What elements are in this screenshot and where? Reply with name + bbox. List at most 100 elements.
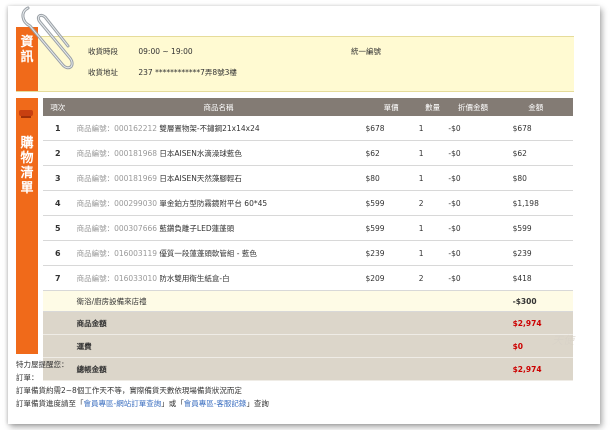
col-index: 項次 <box>43 98 73 116</box>
notes-subheading: 訂單： <box>16 373 39 382</box>
row-discount: -$0 <box>447 140 499 166</box>
order-query-link[interactable]: 會員專區-網站訂單查詢 <box>84 399 162 408</box>
service-record-link[interactable]: 會員專區-客服記錄 <box>184 399 247 408</box>
row-index: 3 <box>43 165 73 191</box>
row-price: $62 <box>364 140 418 166</box>
row-index: 7 <box>43 265 73 291</box>
notes-section: 特力屋提醒您： 訂單： 訂單備貨約需2~8個工作天不等，實際備貨天數依現場備貨狀… <box>16 358 269 410</box>
shopping-list-side-tab: 購物清單 <box>16 98 38 354</box>
table-row: 3 商品編號：000181969 日本AISEN天然藻腳輕石 $80 1 -$0 $80 <box>43 165 573 191</box>
row-name: 商品編號：016033010 防水雙用衛生紙盒-白 <box>72 265 365 291</box>
address-label: 收貨地址 <box>88 68 118 77</box>
watermark: 天使 <box>552 334 574 347</box>
shopping-list-title: 購物清單 <box>20 136 34 196</box>
receipt-time-row: 收貨時段 09:00 ~ 19:00 <box>88 46 193 57</box>
row-amount: $418 <box>498 265 573 291</box>
row-qty: 2 <box>417 190 448 216</box>
product-code: 商品編號：000299030 <box>76 198 158 208</box>
row-index: 5 <box>43 215 73 241</box>
table-row: 2 商品編號：000181968 日本AISEN水滴澡球藍色 $62 1 -$0 $62 <box>43 140 573 166</box>
subtotal-row: 商品金額 $2,974 <box>43 311 573 335</box>
row-name: 商品編號：000181968 日本AISEN水滴澡球藍色 <box>72 140 365 166</box>
product-name[interactable]: 日本AISEN水滴澡球藍色 <box>159 149 241 158</box>
row-price: $80 <box>364 165 418 191</box>
row-discount: -$0 <box>447 265 499 291</box>
row-qty: 1 <box>417 165 448 191</box>
table-row: 7 商品編號：016033010 防水雙用衛生紙盒-白 $209 2 -$0 $418 <box>43 265 573 291</box>
product-code: 商品編號：000307666 <box>76 223 158 233</box>
time-label: 收貨時段 <box>88 47 118 56</box>
promo-label: 衛浴/廚房設備來店禮 <box>72 290 499 312</box>
row-qty: 1 <box>417 116 448 141</box>
row-index: 2 <box>43 140 73 166</box>
table-header-row: 項次 商品名稱 單價 數量 折價金額 金額 <box>43 98 573 116</box>
row-amount: $80 <box>498 165 573 191</box>
table-row: 6 商品編號：016003119 優質一段蓮蓬頭軟管組 - 藍色 $239 1 -$0 $… <box>43 240 573 266</box>
row-amount: $1,198 <box>498 190 573 216</box>
row-index: 4 <box>43 190 73 216</box>
col-discount: 折價金額 <box>447 98 499 116</box>
total-value: $2,974 <box>498 357 573 381</box>
product-name[interactable]: 雙層置物架-不鏽鋼21x14x24 <box>159 124 259 133</box>
row-price: $599 <box>364 190 418 216</box>
row-amount: $599 <box>498 215 573 241</box>
subtotal-label: 商品金額 <box>72 311 499 335</box>
table-row: 5 商品編號：000307666 藍鑽負離子LED蓮蓬頭 $599 1 -$0 $599 <box>43 215 573 241</box>
address-value: 237 ************7弄8號3樓 <box>138 68 237 77</box>
col-amount: 金額 <box>498 98 573 116</box>
notes-lead-time: 訂單備貨約需2~8個工作天不等，實際備貨天數依現場備貨狀況而定 <box>16 386 242 395</box>
row-name: 商品編號：000181969 日本AISEN天然藻腳輕石 <box>72 165 365 191</box>
row-index: 1 <box>43 116 73 141</box>
row-amount: $239 <box>498 240 573 266</box>
col-qty: 數量 <box>417 98 448 116</box>
row-price: $678 <box>364 116 418 141</box>
col-price: 單價 <box>364 98 418 116</box>
row-qty: 1 <box>417 215 448 241</box>
order-items-table: 項次 商品名稱 單價 數量 折價金額 金額 1 商品編號：000162212 雙層… <box>43 98 573 381</box>
row-discount: -$0 <box>447 215 499 241</box>
row-discount: -$0 <box>447 190 499 216</box>
promo-value: -$300 <box>498 290 573 312</box>
invoice-row: 統一編號 <box>351 46 381 57</box>
product-name[interactable]: 優質一段蓮蓬頭軟管組 - 藍色 <box>159 249 256 258</box>
receipt-info-section: 資訊 收貨時段 09:00 ~ 19:00 統一編號 收貨地址 237 ****… <box>16 27 574 92</box>
row-name: 商品編號：000307666 藍鑽負離子LED蓮蓬頭 <box>72 215 365 241</box>
row-name: 商品編號：016003119 優質一段蓮蓬頭軟管組 - 藍色 <box>72 240 365 266</box>
row-amount: $62 <box>498 140 573 166</box>
product-code: 商品編號：016033010 <box>76 273 158 283</box>
product-code: 商品編號：000181968 <box>76 148 158 158</box>
row-discount: -$0 <box>447 165 499 191</box>
row-price: $209 <box>364 265 418 291</box>
notes-heading: 特力屋提醒您： <box>16 360 69 369</box>
product-code: 商品編號：000181969 <box>76 173 158 183</box>
row-amount: $678 <box>498 116 573 141</box>
promo-row: 衛浴/廚房設備來店禮 -$300 <box>43 290 573 312</box>
invoice-label: 統一編號 <box>351 47 381 56</box>
notes-progress-suffix: 」查詢 <box>246 399 269 408</box>
cart-icon <box>19 110 33 118</box>
product-name[interactable]: 日本AISEN天然藻腳輕石 <box>159 174 241 183</box>
receipt-address-row: 收貨地址 237 ************7弄8號3樓 <box>88 67 237 78</box>
table-row: 1 商品編號：000162212 雙層置物架-不鏽鋼21x14x24 $678 1 -$… <box>43 116 573 141</box>
notes-progress-prefix: 訂單備貨進度請至「 <box>16 399 84 408</box>
product-name[interactable]: 單金鉑方型防霧鏡附平台 60*45 <box>159 199 267 208</box>
time-value: 09:00 ~ 19:00 <box>138 47 193 56</box>
row-index: 6 <box>43 240 73 266</box>
row-discount: -$0 <box>447 240 499 266</box>
product-name[interactable]: 防水雙用衛生紙盒-白 <box>159 274 229 283</box>
row-qty: 2 <box>417 265 448 291</box>
shipping-label: 運費 <box>72 334 499 358</box>
product-name[interactable]: 藍鑽負離子LED蓮蓬頭 <box>159 224 234 233</box>
table-row: 4 商品編號：000299030 單金鉑方型防霧鏡附平台 60*45 $599 2 -$… <box>43 190 573 216</box>
product-code: 商品編號：016003119 <box>76 248 158 258</box>
row-name: 商品編號：000162212 雙層置物架-不鏽鋼21x14x24 <box>72 116 365 141</box>
row-price: $599 <box>364 215 418 241</box>
row-discount: -$0 <box>447 116 499 141</box>
row-qty: 1 <box>417 140 448 166</box>
col-name: 商品名稱 <box>72 98 365 116</box>
shipping-row: 運費 $0 <box>43 334 573 358</box>
product-code: 商品編號：000162212 <box>76 123 158 133</box>
notes-progress: 訂單備貨進度請至「會員專區-網站訂單查詢」或「會員專區-客服記錄」查詢 <box>16 397 269 410</box>
row-name: 商品編號：000299030 單金鉑方型防霧鏡附平台 60*45 <box>72 190 365 216</box>
row-price: $239 <box>364 240 418 266</box>
